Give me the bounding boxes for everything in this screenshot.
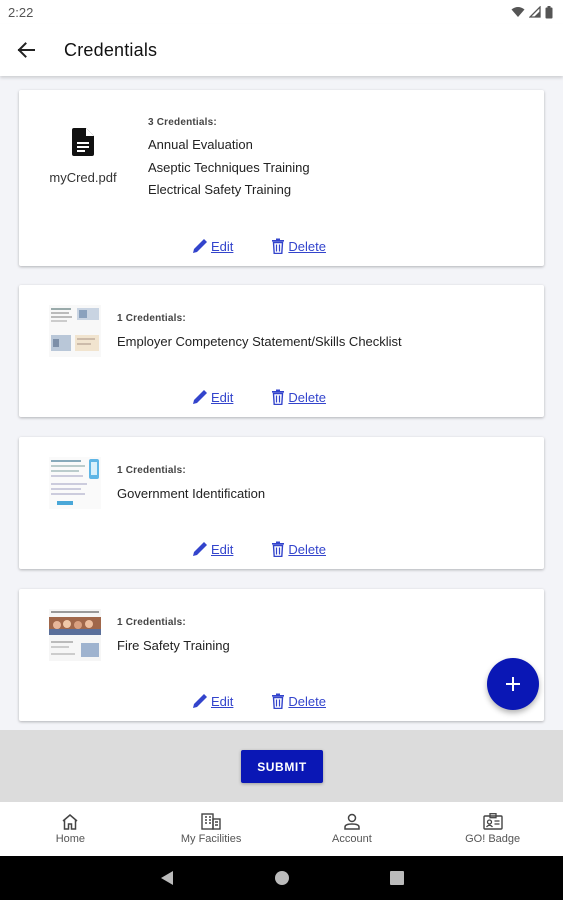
edit-label: Edit xyxy=(211,238,234,254)
delete-label: Delete xyxy=(288,389,326,405)
delete-button[interactable]: Delete xyxy=(271,541,326,557)
trash-icon xyxy=(272,693,285,709)
add-credential-button[interactable] xyxy=(487,658,539,710)
card-actions: Edit Delete xyxy=(192,238,326,254)
credential-list: Fire Safety Training xyxy=(117,635,230,658)
system-navigation-bar xyxy=(0,856,563,900)
facilities-icon xyxy=(201,813,221,830)
nav-label: Account xyxy=(332,833,372,845)
submit-button[interactable]: SUBMIT xyxy=(241,750,323,783)
page-title: Credentials xyxy=(64,39,158,60)
edit-label: Edit xyxy=(211,541,234,557)
credential-card: 1 Credentials: Employer Competency State… xyxy=(19,285,544,417)
nav-item-home[interactable]: Home xyxy=(0,802,141,856)
status-bar: 2:22 xyxy=(0,0,563,24)
credential-list: Employer Competency Statement/Skills Che… xyxy=(117,331,402,354)
credential-item: Annual Evaluation xyxy=(148,137,253,152)
trash-icon xyxy=(272,389,285,405)
nav-label: GO! Badge xyxy=(465,833,521,845)
card-actions: Edit Delete xyxy=(192,389,326,405)
credential-card: 1 Credentials: Government Identification… xyxy=(19,437,544,569)
system-recents-icon[interactable] xyxy=(389,871,404,885)
wifi-icon xyxy=(511,7,525,17)
delete-label: Delete xyxy=(288,693,326,709)
credential-item: Fire Safety Training xyxy=(117,638,230,653)
nav-item-account[interactable]: Account xyxy=(282,802,423,856)
card-actions: Edit Delete xyxy=(192,693,326,709)
card-actions: Edit Delete xyxy=(192,541,326,557)
file-attachment[interactable]: myCred.pdf xyxy=(47,128,119,185)
delete-button[interactable]: Delete xyxy=(271,693,326,709)
system-back-icon[interactable] xyxy=(160,870,174,886)
credentials-list[interactable]: myCred.pdf 3 Credentials: Annual Evaluat… xyxy=(0,76,563,730)
badge-icon xyxy=(482,813,503,830)
bottom-navigation: Home My Facilities Account GO! Badge xyxy=(0,802,563,856)
account-icon xyxy=(344,813,360,830)
credential-item: Government Identification xyxy=(117,486,266,501)
delete-button[interactable]: Delete xyxy=(271,238,326,254)
credential-item: Employer Competency Statement/Skills Che… xyxy=(117,334,402,349)
edit-label: Edit xyxy=(211,693,234,709)
pencil-icon xyxy=(193,239,207,253)
document-thumbnail-image xyxy=(49,457,101,509)
submit-bar: SUBMIT xyxy=(0,730,563,802)
document-thumbnail[interactable] xyxy=(49,609,101,661)
system-home-icon[interactable] xyxy=(274,870,290,886)
credentials-count: 1 Credentials: xyxy=(117,617,186,628)
document-thumbnail[interactable] xyxy=(49,457,101,509)
credentials-count: 1 Credentials: xyxy=(117,313,186,324)
trash-icon xyxy=(272,541,285,557)
edit-button[interactable]: Edit xyxy=(192,541,233,557)
credential-list: Government Identification xyxy=(117,483,265,506)
document-icon xyxy=(72,128,94,156)
pencil-icon xyxy=(193,390,207,404)
credential-card: 1 Credentials: Fire Safety Training Edit… xyxy=(19,589,544,721)
document-thumbnail[interactable] xyxy=(49,305,101,357)
pencil-icon xyxy=(193,542,207,556)
credentials-count: 1 Credentials: xyxy=(117,465,186,476)
status-time: 2:22 xyxy=(8,4,34,20)
edit-button[interactable]: Edit xyxy=(192,693,233,709)
app-bar: Credentials xyxy=(0,24,563,76)
back-button[interactable] xyxy=(0,24,52,76)
home-icon xyxy=(62,813,78,830)
nav-item-go-badge[interactable]: GO! Badge xyxy=(422,802,563,856)
credential-item: Electrical Safety Training xyxy=(148,182,292,197)
nav-label: My Facilities xyxy=(180,833,242,845)
nav-label: Home xyxy=(55,832,86,845)
trash-icon xyxy=(272,238,285,254)
pencil-icon xyxy=(193,694,207,708)
status-icons xyxy=(511,5,553,19)
file-name: myCred.pdf xyxy=(49,170,117,185)
edit-label: Edit xyxy=(211,389,234,405)
arrow-back-icon xyxy=(17,42,35,58)
credential-item: Aseptic Techniques Training xyxy=(148,159,310,175)
document-thumbnail-image xyxy=(49,305,101,357)
credentials-count: 3 Credentials: xyxy=(148,117,217,128)
edit-button[interactable]: Edit xyxy=(192,389,233,405)
credential-card: myCred.pdf 3 Credentials: Annual Evaluat… xyxy=(19,90,544,266)
delete-label: Delete xyxy=(288,541,326,557)
battery-icon xyxy=(545,5,553,18)
delete-button[interactable]: Delete xyxy=(271,389,326,405)
signal-icon xyxy=(529,6,541,18)
edit-button[interactable]: Edit xyxy=(192,238,233,254)
delete-label: Delete xyxy=(288,238,326,254)
nav-item-my-facilities[interactable]: My Facilities xyxy=(141,802,282,856)
plus-icon xyxy=(506,677,520,691)
credential-list: Annual Evaluation Aseptic Techniques Tra… xyxy=(148,134,310,202)
document-thumbnail-image xyxy=(49,609,101,661)
